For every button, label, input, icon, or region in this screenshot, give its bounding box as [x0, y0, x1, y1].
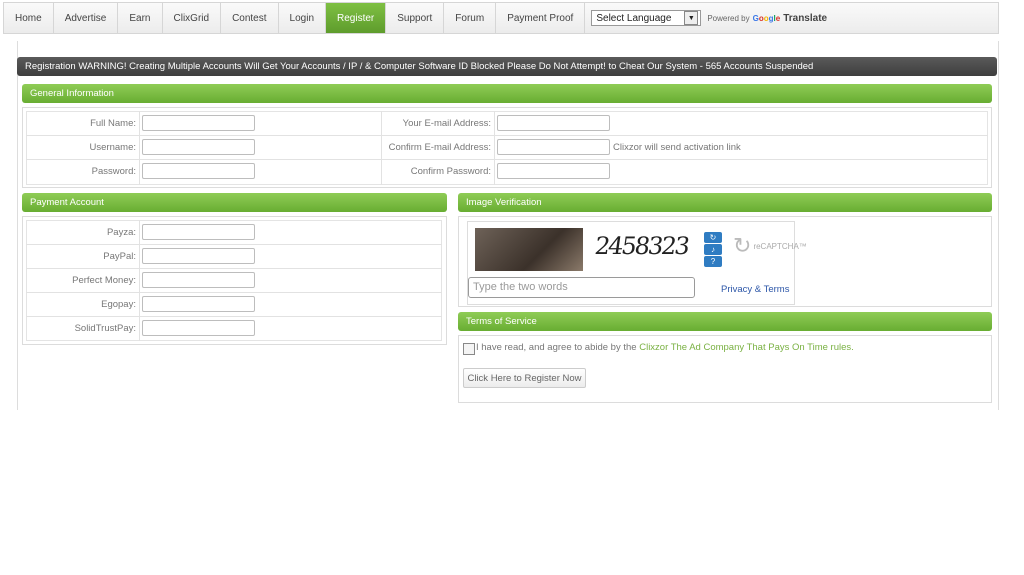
- payment-account-header: Payment Account: [22, 193, 447, 212]
- confirm-email-field[interactable]: [497, 139, 610, 155]
- egopay-field[interactable]: [142, 296, 255, 312]
- nav-earn[interactable]: Earn: [118, 3, 163, 33]
- recaptcha-arrow-icon: ↻: [733, 233, 752, 258]
- terms-rules-link[interactable]: Clixzor The Ad Company That Pays On Time…: [639, 342, 854, 353]
- nav-forum[interactable]: Forum: [444, 3, 497, 33]
- row-divider: [26, 268, 442, 269]
- row-divider: [26, 159, 988, 160]
- payment-account-title: Payment Account: [30, 197, 104, 208]
- solidtrustpay-label: SolidTrustPay:: [74, 323, 136, 334]
- language-select[interactable]: Select Language ▼: [591, 10, 702, 26]
- captcha-word: 2458323: [593, 232, 690, 260]
- col-divider: [139, 111, 140, 185]
- row-divider: [26, 292, 442, 293]
- password-label: Password:: [91, 166, 136, 177]
- nav-payment-proof[interactable]: Payment Proof: [496, 3, 586, 33]
- nav-register[interactable]: Register: [326, 3, 387, 33]
- image-verification-header: Image Verification: [458, 193, 992, 212]
- paypal-field[interactable]: [142, 248, 255, 264]
- confirm-password-field[interactable]: [497, 163, 610, 179]
- powered-by-text: Powered by: [707, 13, 750, 23]
- perfect-money-field[interactable]: [142, 272, 255, 288]
- row-divider: [26, 244, 442, 245]
- terms-text: I have read, and agree to abide by the: [476, 342, 637, 353]
- confirm-email-label: Confirm E-mail Address:: [388, 142, 491, 153]
- language-select-value: Select Language: [596, 12, 672, 24]
- paypal-label: PayPal:: [103, 251, 136, 262]
- translate-link[interactable]: Translate: [783, 13, 827, 24]
- perfect-money-label: Perfect Money:: [72, 275, 136, 286]
- language-area: Select Language ▼ Powered by Google Tran…: [591, 3, 827, 33]
- confirm-password-label: Confirm Password:: [410, 166, 491, 177]
- nav-login[interactable]: Login: [279, 3, 326, 33]
- nav-home[interactable]: Home: [4, 3, 54, 33]
- nav-support[interactable]: Support: [386, 3, 445, 33]
- payza-field[interactable]: [142, 224, 255, 240]
- egopay-label: Egopay:: [101, 299, 136, 310]
- activation-hint: Clixzor will send activation link: [613, 142, 741, 153]
- captcha-photo: [475, 228, 583, 271]
- password-field[interactable]: [142, 163, 255, 179]
- username-label: Username:: [89, 142, 136, 153]
- recaptcha-logo: ↻ reCAPTCHA™: [733, 233, 807, 259]
- row-divider: [26, 135, 988, 136]
- full-name-field[interactable]: [142, 115, 255, 131]
- warning-text: Registration WARNING! Creating Multiple …: [25, 61, 814, 72]
- payza-label: Payza:: [106, 227, 136, 238]
- general-info-title: General Information: [30, 88, 114, 99]
- row-divider: [26, 316, 442, 317]
- email-field[interactable]: [497, 115, 610, 131]
- register-button[interactable]: Click Here to Register Now: [463, 368, 586, 388]
- nav-clixgrid[interactable]: ClixGrid: [163, 3, 222, 33]
- audio-icon[interactable]: ♪: [704, 244, 722, 255]
- recaptcha-logo-text: reCAPTCHA™: [753, 241, 807, 251]
- col-divider: [494, 111, 495, 185]
- agree-checkbox[interactable]: [463, 343, 475, 355]
- image-verification-title: Image Verification: [466, 197, 542, 208]
- captcha-image: 2458323: [475, 228, 693, 271]
- warning-banner: Registration WARNING! Creating Multiple …: [17, 57, 997, 76]
- powered-by: Powered by Google Translate: [707, 13, 827, 24]
- col-divider: [381, 111, 382, 185]
- google-logo: Google: [752, 13, 781, 23]
- refresh-icon[interactable]: ↻: [704, 232, 722, 243]
- username-field[interactable]: [142, 139, 255, 155]
- terms-title: Terms of Service: [466, 316, 537, 327]
- help-icon[interactable]: ?: [704, 256, 722, 267]
- terms-agreement: I have read, and agree to abide by the C…: [476, 342, 854, 353]
- nav-advertise[interactable]: Advertise: [54, 3, 119, 33]
- general-info-header: General Information: [22, 84, 992, 103]
- captcha-input[interactable]: Type the two words: [468, 277, 695, 298]
- full-name-label: Full Name:: [90, 118, 136, 129]
- terms-header: Terms of Service: [458, 312, 992, 331]
- email-label: Your E-mail Address:: [402, 118, 491, 129]
- col-divider: [139, 220, 140, 341]
- privacy-terms-link[interactable]: Privacy & Terms: [721, 284, 789, 295]
- top-nav: Home Advertise Earn ClixGrid Contest Log…: [3, 2, 999, 34]
- nav-contest[interactable]: Contest: [221, 3, 279, 33]
- solidtrustpay-field[interactable]: [142, 320, 255, 336]
- chevron-down-icon[interactable]: ▼: [684, 11, 699, 25]
